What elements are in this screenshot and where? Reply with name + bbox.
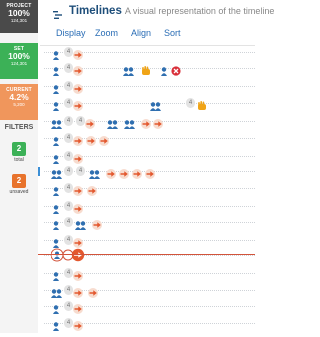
event-count-badge[interactable]: 4 <box>76 116 85 126</box>
arrow-right-icon[interactable] <box>88 285 98 298</box>
menu-sort[interactable]: Sort <box>164 28 181 38</box>
timeline-row[interactable]: 4 <box>40 181 255 197</box>
arrow-right-icon[interactable] <box>106 166 116 179</box>
arrow-right-icon[interactable] <box>73 98 83 111</box>
arrow-right-icon[interactable] <box>73 133 83 146</box>
event-count-badge[interactable]: 4 <box>64 301 73 311</box>
selected-event-group[interactable] <box>50 248 87 267</box>
event-count-badge[interactable]: 4 <box>64 63 73 73</box>
arrow-right-icon[interactable] <box>73 47 83 60</box>
filter-unsaved-badge[interactable]: 2 <box>12 174 26 188</box>
event-count-badge[interactable]: 4 <box>64 166 73 176</box>
filter-unsaved-label: unsaved <box>9 189 29 195</box>
timeline-row[interactable]: 44 <box>40 164 255 180</box>
current-stat-percent: 4.2% <box>9 92 29 102</box>
event-count-badge[interactable]: 4 <box>64 285 73 295</box>
arrow-right-icon[interactable] <box>73 301 83 314</box>
timeline-row[interactable]: 4 <box>40 131 255 147</box>
timelines-panel: Timelines A visual representation of the … <box>40 0 274 333</box>
event-count-badge[interactable]: 4 <box>64 116 73 126</box>
event-count-badge[interactable]: 4 <box>64 98 73 108</box>
event-count-badge[interactable]: 4 <box>64 217 73 227</box>
arrow-right-icon[interactable] <box>73 151 83 164</box>
timeline-row[interactable]: 4 <box>40 299 255 315</box>
menu-zoom[interactable]: Zoom <box>95 28 118 38</box>
arrow-right-icon[interactable] <box>73 63 83 76</box>
filters-heading: FILTERS <box>4 124 34 131</box>
project-stat: PROJECT 100% 124,301 <box>0 0 38 33</box>
hand-icon[interactable] <box>197 98 207 110</box>
timeline-row[interactable]: 4 <box>40 283 255 299</box>
timeline-row[interactable]: 4 <box>40 79 255 95</box>
arrow-right-icon[interactable] <box>73 268 83 281</box>
arrow-right-icon[interactable] <box>73 183 83 196</box>
event-count-badge[interactable]: 4 <box>64 235 73 245</box>
filter-total-badge[interactable]: 2 <box>12 142 26 156</box>
project-stat-percent: 100% <box>8 8 30 18</box>
timeline-row[interactable]: 4 <box>40 233 255 249</box>
timeline-icon <box>53 11 62 19</box>
current-stat: CURRENT 4.2% 5,200 <box>0 84 38 120</box>
page-title-text: Timelines <box>69 5 122 17</box>
page-subtitle: A visual representation of the timeline <box>124 6 275 16</box>
timeline-row[interactable] <box>40 248 255 264</box>
page-title: Timelines A visual representation of the … <box>69 5 274 17</box>
arrow-right-icon[interactable] <box>92 217 102 230</box>
timeline-row[interactable]: 4 <box>40 199 255 215</box>
event-count-badge[interactable]: 4 <box>64 151 73 161</box>
event-count-badge[interactable]: 4 <box>64 47 73 57</box>
filter-total-label: total <box>14 157 24 163</box>
arrow-right-icon[interactable] <box>119 166 129 179</box>
timeline-row[interactable]: 4 <box>40 149 255 165</box>
set-stat: SET 100% 124,301 <box>0 43 38 79</box>
menu-align[interactable]: Align <box>131 28 151 38</box>
arrow-right-icon[interactable] <box>73 235 83 248</box>
arrow-right-icon[interactable] <box>153 116 163 129</box>
event-count-badge[interactable]: 4 <box>186 98 195 108</box>
arrow-right-icon[interactable] <box>73 201 83 214</box>
arrow-right-icon[interactable] <box>141 116 151 129</box>
arrow-right-icon[interactable] <box>85 116 95 129</box>
current-stat-count: 5,200 <box>13 102 25 107</box>
stats-sidebar: PROJECT 100% 124,301 SET 100% 124,301 CU… <box>0 0 38 333</box>
selected-row-line <box>38 254 255 255</box>
hand-icon[interactable] <box>141 63 151 75</box>
timeline-row[interactable]: 44 <box>40 96 255 112</box>
arrow-right-icon[interactable] <box>145 166 155 179</box>
event-count-badge[interactable]: 4 <box>64 268 73 278</box>
arrow-right-icon[interactable] <box>99 133 109 146</box>
arrow-right-icon[interactable] <box>87 183 97 196</box>
menu-display[interactable]: Display <box>56 28 86 38</box>
timeline-row[interactable]: 4 <box>40 266 255 282</box>
error-icon[interactable] <box>171 63 181 76</box>
project-stat-count: 124,301 <box>10 18 28 23</box>
set-stat-count: 124,301 <box>10 61 28 66</box>
event-count-badge[interactable]: 4 <box>64 81 73 91</box>
arrow-right-icon[interactable] <box>73 318 83 331</box>
timeline-row[interactable]: 44 <box>40 114 255 130</box>
arrow-right-icon[interactable] <box>73 81 83 94</box>
event-count-badge[interactable]: 4 <box>64 183 73 193</box>
timeline-row[interactable]: 4 <box>40 61 255 77</box>
event-count-badge[interactable]: 4 <box>76 166 85 176</box>
timeline-row[interactable]: 4 <box>40 45 255 61</box>
arrow-right-icon[interactable] <box>73 285 83 298</box>
event-count-badge[interactable]: 4 <box>64 201 73 211</box>
arrow-right-icon[interactable] <box>132 166 142 179</box>
set-stat-percent: 100% <box>8 51 30 61</box>
timeline-row[interactable]: 4 <box>40 215 255 231</box>
arrow-right-icon[interactable] <box>86 133 96 146</box>
timeline-row[interactable]: 4 <box>40 316 255 332</box>
event-count-badge[interactable]: 4 <box>64 133 73 143</box>
event-count-badge[interactable]: 4 <box>64 318 73 328</box>
